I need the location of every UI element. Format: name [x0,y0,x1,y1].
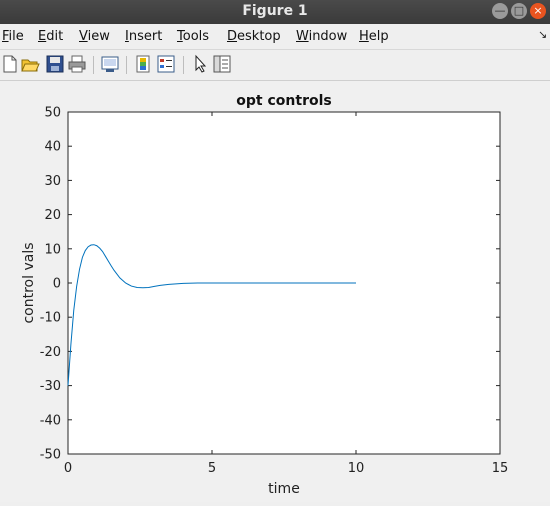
menu-bar: File Edit View Insert Tools Desktop Wind… [0,24,550,48]
chart[interactable]: 0 5 10 15 -50 -40 -30 -20 -10 0 10 20 30 40 50 opt co… [0,81,550,502]
x-tick-label: 10 [348,461,365,476]
x-tick-label: 5 [208,461,216,476]
toolbar-separator [93,56,94,74]
legend-icon[interactable] [156,54,176,74]
maximize-button[interactable]: □ [511,3,527,19]
y-tick-label: 10 [44,242,61,257]
toolbar-separator [126,56,127,74]
menu-help[interactable]: Help [359,29,389,44]
print-icon[interactable] [67,54,87,74]
open-file-icon[interactable] [20,54,40,74]
y-tick-label: -50 [40,448,61,463]
menu-file[interactable]: File [2,29,24,44]
menu-overflow-arrow-icon[interactable]: ↘ [538,28,547,41]
y-tick-label: 50 [44,106,61,121]
menu-insert[interactable]: Insert [125,29,162,44]
menu-view[interactable]: View [79,29,110,44]
window-title: Figure 1 [242,3,308,19]
toolbar-separator [183,56,184,74]
colorbar-icon[interactable] [133,54,153,74]
chart-title: opt controls [236,93,331,109]
x-tick-label: 15 [492,461,509,476]
menu-desktop[interactable]: Desktop [227,29,281,44]
close-button[interactable]: × [530,3,546,19]
save-icon[interactable] [45,54,65,74]
minimize-button[interactable]: — [492,3,508,19]
property-editor-icon[interactable] [212,54,232,74]
y-tick-label: 40 [44,140,61,155]
y-tick-label: -30 [40,379,61,394]
new-figure-icon[interactable] [0,54,20,74]
y-tick-label: -10 [40,311,61,326]
menu-window[interactable]: Window [296,29,347,44]
pointer-icon[interactable] [190,54,210,74]
toolbar [0,49,550,81]
y-tick-label: 20 [44,208,61,223]
x-axis-label: time [268,481,300,497]
menu-tools[interactable]: Tools [177,29,209,44]
y-tick-label: -20 [40,345,61,360]
y-tick-label: -40 [40,413,61,428]
print-preview-icon[interactable] [100,54,120,74]
x-tick-label: 0 [64,461,72,476]
y-tick-label: 0 [53,277,61,292]
window-titlebar: Figure 1 — □ × [0,0,550,24]
figure-canvas: 0 5 10 15 -50 -40 -30 -20 -10 0 10 20 30 40 50 opt co… [0,81,550,502]
y-axis-label: control vals [21,242,37,323]
menu-edit[interactable]: Edit [38,29,63,44]
y-tick-label: 30 [44,174,61,189]
